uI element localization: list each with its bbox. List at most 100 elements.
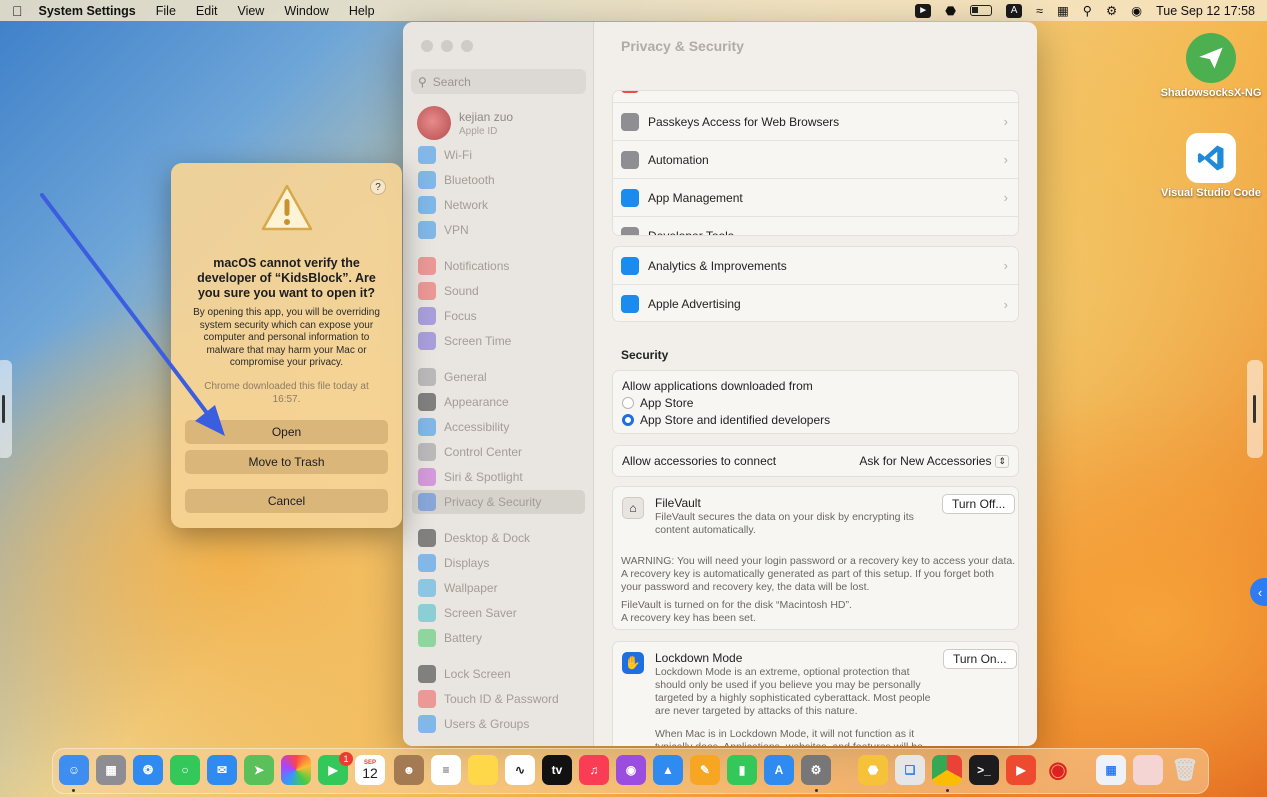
sidebar-item-screen-time[interactable]: Screen Time [412, 329, 585, 353]
pages-icon[interactable]: ✎ [690, 755, 720, 785]
sidebar-item-label: Notifications [444, 259, 510, 273]
sidebar-item-displays[interactable]: Displays [412, 551, 585, 575]
clock[interactable]: Tue Sep 12 17:58 [1156, 4, 1255, 18]
calendar-icon[interactable]: SEP 12 [355, 755, 385, 785]
apple-menu-icon[interactable]:  [12, 3, 23, 19]
sidebar-item-vpn[interactable]: VPN [412, 218, 585, 242]
status-app-icon[interactable]: ► [915, 3, 932, 18]
settings-row-app-management[interactable]: App Management › [613, 179, 1018, 217]
move-to-trash-button[interactable]: Move to Trash [185, 450, 388, 474]
settings-row-automation[interactable]: Automation › [613, 141, 1018, 179]
lockdown-description-more: When Mac is in Lockdown Mode, it will no… [655, 728, 923, 746]
hand-icon: ✋ [622, 652, 644, 674]
lockdown-turn-on-button[interactable]: Turn On... [943, 649, 1017, 669]
menu-view[interactable]: View [237, 4, 264, 18]
radio-app-store[interactable]: App Store [622, 396, 1009, 410]
accessories-popup[interactable]: Ask for New Accessories ⇕ [859, 454, 1009, 468]
search-input[interactable]: ⚲ Search [411, 69, 586, 94]
maps-icon[interactable]: ➤ [244, 755, 274, 785]
terminal-icon[interactable]: >_ [969, 755, 999, 785]
settings-row-passkeys-access-for-web-browsers[interactable]: Passkeys Access for Web Browsers › [613, 103, 1018, 141]
sidebar-item-sound[interactable]: Sound [412, 279, 585, 303]
zoom-window-button[interactable] [461, 40, 473, 52]
photos-icon[interactable] [281, 755, 311, 785]
sidebar-item-general[interactable]: General [412, 365, 585, 389]
music-icon[interactable]: ♫ [579, 755, 609, 785]
notes-icon[interactable] [468, 755, 498, 785]
right-edge-handle[interactable] [1247, 360, 1263, 458]
ladybug-icon[interactable]: ◉ [1043, 755, 1073, 785]
app-name-menu[interactable]: System Settings [39, 4, 136, 18]
menu-edit[interactable]: Edit [196, 4, 218, 18]
finder-icon[interactable]: ☺ [59, 755, 89, 785]
sidebar-item-label: Touch ID & Password [444, 692, 559, 706]
settings-row-developer-tools[interactable]: Developer Tools › [613, 217, 1018, 235]
app-window-icon[interactable]: ❏ [895, 755, 925, 785]
sidebar-item-lock-screen[interactable]: Lock Screen [412, 662, 585, 686]
menu-window[interactable]: Window [284, 4, 328, 18]
updown-chevron-icon: ⇕ [995, 454, 1009, 468]
settings-row-apple-advertising[interactable]: Apple Advertising › [613, 285, 1018, 323]
apple-id-profile[interactable]: kejian zuo Apple ID [417, 106, 513, 140]
help-button[interactable]: ? [370, 179, 386, 195]
filevault-turn-off-button[interactable]: Turn Off... [942, 494, 1016, 514]
sidebar-item-siri-spotlight[interactable]: Siri & Spotlight [412, 465, 585, 489]
menu-bar:  System Settings File Edit View Window … [0, 0, 1267, 21]
sidebar-item-desktop-dock[interactable]: Desktop & Dock [412, 526, 585, 550]
system-settings-icon[interactable]: ⚙ [801, 755, 831, 785]
trash-icon[interactable]: 🗑 [1170, 755, 1200, 785]
sidebar-item-focus[interactable]: Focus [412, 304, 585, 328]
sidebar-item-screen-saver[interactable]: Screen Saver [412, 601, 585, 625]
control-center-icon[interactable]: ⚙ [1106, 3, 1117, 18]
settings-row-screen-recording[interactable] [613, 91, 1018, 103]
recent-document-icon[interactable] [1133, 755, 1163, 785]
sidebar-item-bluetooth[interactable]: Bluetooth [412, 168, 585, 192]
reminders-icon[interactable]: ≡ [431, 755, 461, 785]
menu-file[interactable]: File [156, 4, 176, 18]
side-panel-chevron-icon[interactable]: ‹ [1250, 578, 1267, 606]
menu-help[interactable]: Help [349, 4, 375, 18]
siri-icon[interactable]: ◉ [1131, 3, 1142, 18]
sidebar-item-wallpaper[interactable]: Wallpaper [412, 576, 585, 600]
chevron-right-icon: › [1003, 296, 1008, 312]
status-shield-icon[interactable]: ⬣ [945, 3, 956, 18]
cancel-button[interactable]: Cancel [185, 489, 388, 513]
sidebar-item-battery[interactable]: Battery [412, 626, 585, 650]
radio-app-store-identified[interactable]: App Store and identified developers [622, 413, 1009, 427]
sidebar-item-notifications[interactable]: Notifications [412, 254, 585, 278]
sidebar-item-appearance[interactable]: Appearance [412, 390, 585, 414]
contacts-icon[interactable]: ☻ [394, 755, 424, 785]
sidebar-item-accessibility[interactable]: Accessibility [412, 415, 585, 439]
sidebar-item-network[interactable]: Network [412, 193, 585, 217]
sidebar-item-privacy-security[interactable]: Privacy & Security [412, 490, 585, 514]
input-source-icon[interactable]: A [1006, 3, 1023, 18]
launchpad-icon[interactable]: ▦ [96, 755, 126, 785]
sidebar-item-users-groups[interactable]: Users & Groups [412, 712, 585, 736]
close-window-button[interactable] [421, 40, 433, 52]
sidebar-item-control-center[interactable]: Control Center [412, 440, 585, 464]
numbers-icon[interactable]: ▮ [727, 755, 757, 785]
apple-tv-icon[interactable]: tv [542, 755, 572, 785]
mail-icon[interactable]: ✉ [207, 755, 237, 785]
settings-row-analytics-improvements[interactable]: Analytics & Improvements › [613, 247, 1018, 285]
app-store-icon[interactable]: A [764, 755, 794, 785]
downloads-stack-icon[interactable]: ▦ [1096, 755, 1126, 785]
app-hexagon-icon[interactable]: ⬣ [858, 755, 888, 785]
left-edge-handle[interactable] [0, 360, 12, 458]
podcasts-icon[interactable]: ◉ [616, 755, 646, 785]
messages-icon[interactable]: ○ [170, 755, 200, 785]
keynote-icon[interactable]: ▲ [653, 755, 683, 785]
keyboard-icon[interactable]: ▦ [1057, 3, 1069, 18]
desktop-icon-vscode[interactable]: Visual Studio Code [1156, 133, 1266, 199]
desktop-icon-shadowsocks[interactable]: ShadowsocksX-NG [1156, 33, 1266, 99]
minimize-window-button[interactable] [441, 40, 453, 52]
app-red-icon[interactable]: ▶ [1006, 755, 1036, 785]
battery-icon[interactable] [970, 5, 993, 16]
safari-icon[interactable]: ❂ [133, 755, 163, 785]
chrome-icon[interactable] [932, 755, 962, 785]
sidebar-item-wi-fi[interactable]: Wi-Fi [412, 143, 585, 167]
sidebar-item-touch-id-password[interactable]: Touch ID & Password [412, 687, 585, 711]
freeform-icon[interactable]: ∿ [505, 755, 535, 785]
spotlight-search-icon[interactable]: ⚲ [1083, 3, 1092, 18]
wifi-icon[interactable]: ≈ [1036, 4, 1043, 18]
